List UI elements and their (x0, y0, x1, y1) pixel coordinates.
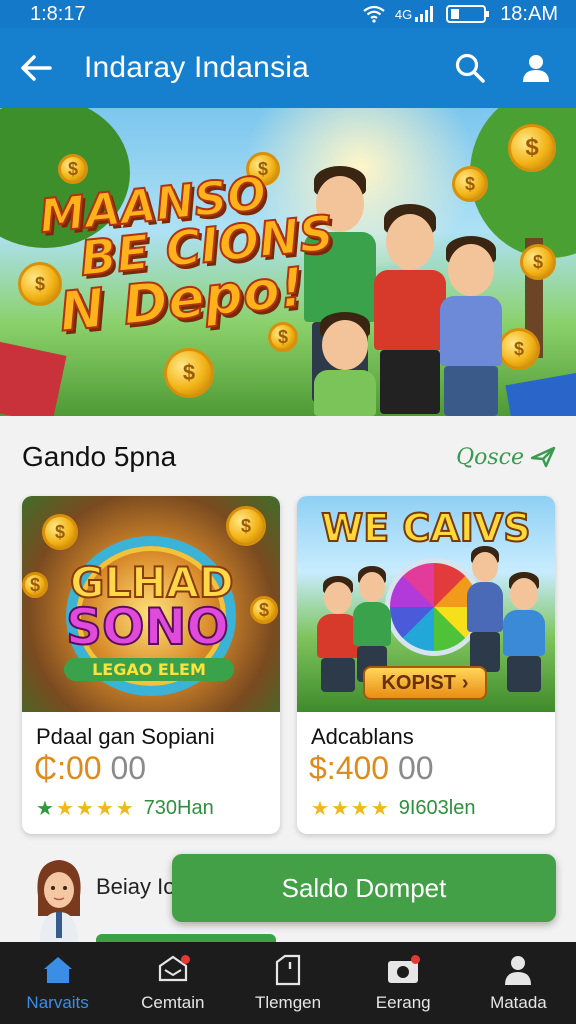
notification-dot (180, 955, 190, 964)
card-artwork: WE CAIVS KOPIST › (297, 496, 555, 712)
art-button-label: KOPIST (381, 671, 456, 694)
app-screen: 1:8:17 4G 18:AM Indaray Indansia $ $ $ $… (0, 0, 576, 1024)
coin-icon: $ (250, 596, 278, 624)
card-price: ₵:00 00 (34, 750, 146, 787)
network-type-label: 4G (394, 6, 413, 22)
home-icon (41, 953, 75, 987)
card-art-title: WE CAIVS (320, 505, 531, 551)
star-icon: ★ (330, 798, 349, 820)
product-card[interactable]: $ $ $ $ GLHAD SONO LEGAO ELEM Pdaal gan … (22, 496, 280, 834)
star-icon: ★ (95, 798, 114, 820)
price-decimal: 00 (110, 750, 147, 786)
coin-icon: $ (42, 514, 78, 550)
avatar (30, 856, 88, 942)
art-spin-button: KOPIST › (363, 666, 487, 700)
card-name: Adcablans (311, 724, 414, 749)
search-button[interactable] (448, 46, 492, 90)
card-art-tag: LEGAO ELEM (64, 658, 234, 681)
coin-icon: $ (520, 244, 556, 280)
status-time-left: 1:8:17 (30, 2, 86, 25)
star-icon: ★ (115, 798, 134, 820)
nav-item-profile[interactable]: Matada (461, 942, 576, 1024)
camera-icon (386, 953, 421, 987)
chevron-right-icon: › (461, 671, 469, 694)
nav-item-document[interactable]: Tlemgen (230, 942, 345, 1024)
card-name: Pdaal gan Sopiani (36, 724, 215, 749)
banner-headline: MAANSO BE CIONS N Depo! (36, 163, 342, 345)
send-arrow-icon (530, 446, 556, 468)
coin-icon: $ (452, 166, 488, 202)
card-price: $:400 00 (309, 750, 434, 787)
status-bar: 1:8:17 4G 18:AM (0, 0, 576, 28)
promo-banner[interactable]: $ $ $ $ $ $ $ $ $ MAANSO BE CIONS N Depo… (0, 108, 576, 416)
price-decimal: 00 (397, 750, 434, 786)
document-icon (271, 953, 305, 987)
status-indicators: 4G 18:AM (363, 3, 558, 26)
see-all-link[interactable]: Qosce (456, 445, 556, 470)
gift-box (0, 341, 67, 416)
character-kid (465, 546, 505, 676)
price-main: ₵:00 (34, 750, 102, 786)
price-main: $:400 (309, 750, 390, 786)
card-artwork: $ $ $ $ GLHAD SONO LEGAO ELEM (22, 496, 280, 712)
star-icon: ★ (55, 798, 74, 820)
nav-label: Eerang (375, 993, 431, 1012)
wallet-balance-label: Saldo Dompet (281, 872, 447, 903)
card-rating: ★ ★ ★ ★ ★ 730Han (36, 796, 214, 821)
character-kid (436, 236, 506, 416)
star-icon: ★ (75, 798, 94, 820)
profile-button[interactable] (514, 46, 558, 90)
list-item-title: Beiay Io (96, 874, 176, 899)
coin-icon: $ (268, 322, 298, 352)
battery-icon (446, 5, 490, 23)
back-button[interactable] (18, 50, 54, 86)
character-kid (310, 312, 380, 416)
wallet-balance-button[interactable]: Saldo Dompet (172, 854, 556, 922)
coin-icon: $ (58, 154, 88, 184)
rating-count: 730Han (143, 797, 214, 819)
coin-icon: $ (226, 506, 266, 546)
star-icon: ★ (36, 798, 54, 820)
star-icon: ★ (350, 798, 369, 820)
signal-icon: 4G (395, 6, 436, 22)
section-title: Gando 5pna (22, 441, 177, 472)
status-time-right: 18:AM (500, 2, 558, 25)
nav-label: Tlemgen (254, 993, 322, 1012)
arrow-left-icon (21, 55, 52, 81)
nav-label: Matada (490, 993, 547, 1012)
nav-item-camera[interactable]: Eerang (346, 942, 461, 1024)
person-icon (501, 953, 535, 987)
nav-label: Narvaits (26, 993, 89, 1012)
gift-box (505, 371, 576, 416)
star-icon: ★ (370, 798, 389, 820)
nav-item-home[interactable]: Narvaits (0, 942, 115, 1024)
bottom-navigation: Narvaits Cemtain Tlemgen Eerang Matada (0, 942, 576, 1024)
star-icon: ★ (311, 798, 329, 820)
search-icon (455, 53, 485, 83)
nav-item-chat[interactable]: Cemtain (115, 942, 230, 1024)
app-header: Indaray Indansia (0, 28, 576, 108)
section-header: Gando 5pna Qosce (22, 432, 556, 482)
see-all-label: Qosce (456, 444, 524, 470)
user-icon (523, 55, 549, 82)
card-art-subtitle: SONO (65, 597, 230, 657)
coin-icon: $ (508, 124, 556, 172)
character-kid (501, 572, 547, 696)
rating-count: 9I603len (398, 797, 476, 819)
product-card[interactable]: WE CAIVS KOPIST › Adcablans $:400 00 ★ ★… (297, 496, 555, 834)
card-rating: ★ ★ ★ ★ 9I603len (311, 796, 476, 821)
coin-icon: $ (22, 572, 48, 598)
chat-icon (156, 953, 190, 987)
nav-label: Cemtain (141, 993, 205, 1012)
coin-icon: $ (164, 348, 214, 398)
wifi-icon (363, 5, 385, 23)
page-title: Indaray Indansia (84, 51, 310, 84)
